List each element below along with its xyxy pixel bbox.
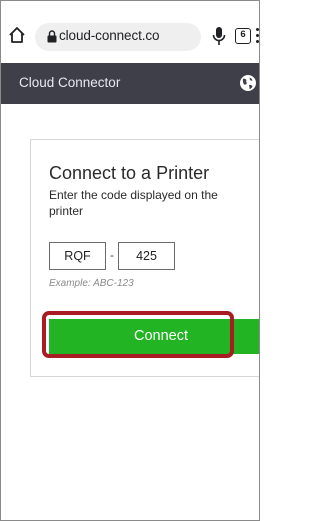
- card-title: Connect to a Printer: [49, 163, 210, 183]
- more-options-icon[interactable]: [256, 28, 259, 44]
- code-separator: -: [110, 248, 114, 262]
- app-title: Cloud Connector: [19, 75, 121, 90]
- code-part2-input[interactable]: 425: [118, 242, 175, 270]
- code-part1-input[interactable]: RQF: [49, 242, 106, 270]
- card-description: Enter the code displayed on the printer: [49, 188, 218, 218]
- connect-printer-card: Connect to a Printer Enter the code disp…: [30, 139, 259, 377]
- app-header: Cloud Connector: [1, 63, 259, 104]
- home-icon[interactable]: [7, 25, 27, 45]
- tab-switcher-button[interactable]: 6: [235, 28, 251, 44]
- microphone-icon[interactable]: [212, 26, 226, 46]
- globe-icon[interactable]: [239, 74, 257, 92]
- url-text: cloud-connect.co: [59, 28, 160, 43]
- connect-button[interactable]: Connect: [49, 319, 259, 354]
- browser-toolbar: cloud-connect.co 6: [1, 1, 259, 61]
- browser-frame: cloud-connect.co 6 Cloud Connector Conne…: [0, 0, 260, 521]
- address-bar[interactable]: cloud-connect.co: [35, 23, 201, 51]
- lock-icon: [47, 30, 57, 43]
- code-example-hint: Example: ABC-123: [49, 278, 134, 289]
